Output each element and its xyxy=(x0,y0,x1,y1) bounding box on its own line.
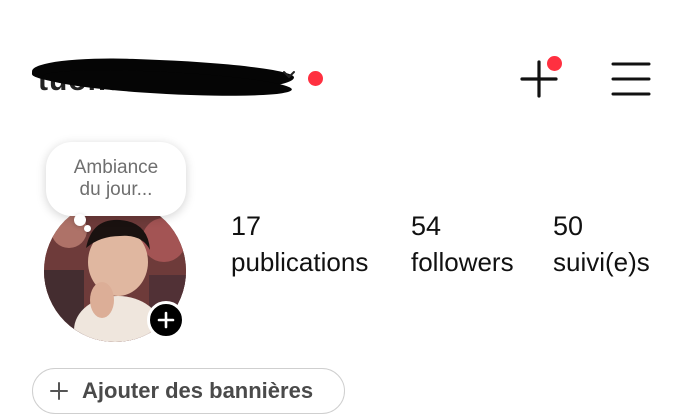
username-notification-dot xyxy=(308,71,323,86)
stat-following[interactable]: 50 suivi(e)s xyxy=(553,210,650,282)
stat-value: 54 xyxy=(411,211,442,241)
add-banners-button[interactable]: Ajouter des bannières xyxy=(32,368,345,414)
note-text-line2: du jour... xyxy=(79,179,153,200)
stat-label: suivi(e)s xyxy=(553,247,650,277)
create-notification-dot xyxy=(547,56,562,71)
plus-icon xyxy=(50,382,68,400)
stat-value: 17 xyxy=(231,211,262,241)
stat-label: publications xyxy=(231,247,369,277)
stat-publications[interactable]: 17 publications xyxy=(231,210,368,282)
hamburger-menu-icon[interactable] xyxy=(610,58,652,100)
note-bubble-tail-small xyxy=(84,225,91,232)
stat-value: 50 xyxy=(553,211,584,241)
chevron-down-icon[interactable] xyxy=(282,68,296,82)
stat-label: followers xyxy=(411,247,514,277)
stat-followers[interactable]: 54 followers xyxy=(411,210,514,282)
username-switcher[interactable]: tuonal744 xyxy=(31,55,302,101)
add-banners-label: Ajouter des bannières xyxy=(82,378,314,403)
note-bubble[interactable]: Ambiance du jour... xyxy=(46,142,186,216)
note-bubble-tail xyxy=(74,214,86,226)
note-text-line1: Ambiance xyxy=(73,157,159,178)
add-story-button[interactable] xyxy=(147,301,185,339)
profile-header: tuonal744 xyxy=(0,0,692,150)
plus-icon xyxy=(157,311,175,329)
